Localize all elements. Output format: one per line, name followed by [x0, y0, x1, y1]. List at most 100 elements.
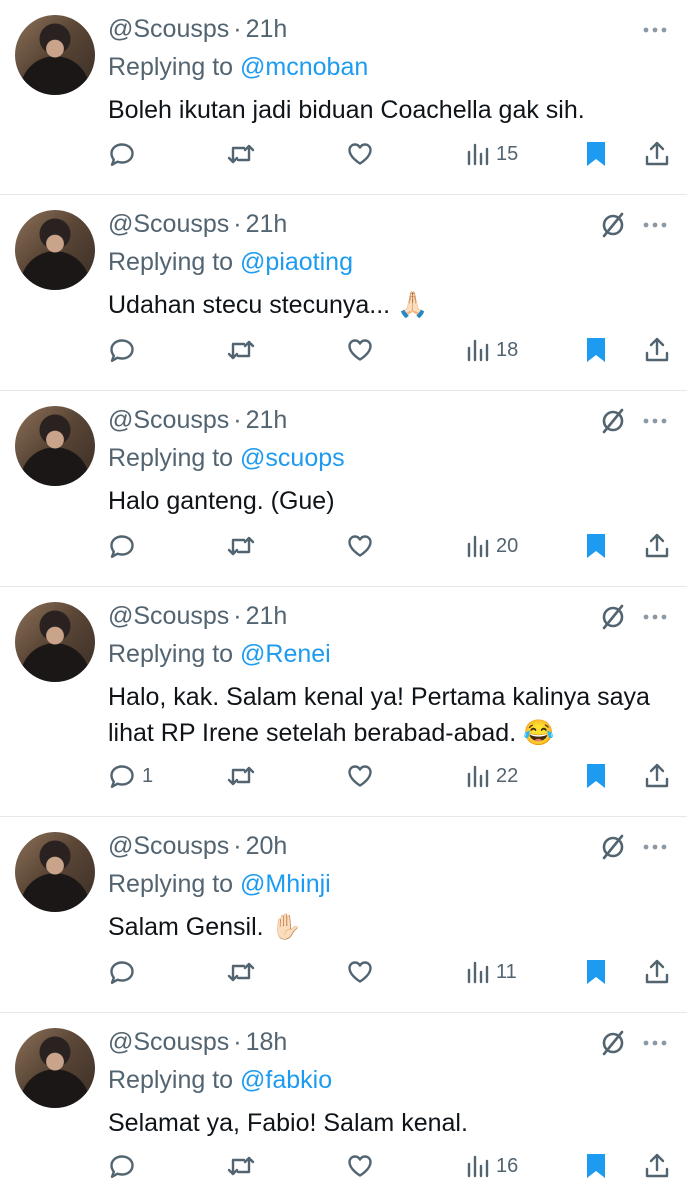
tweet-text: Halo, kak. Salam kenal ya! Pertama kalin… — [108, 679, 668, 751]
tweet[interactable]: @Scousps · 20h Replying to @Mhinji Salam G… — [0, 817, 687, 1013]
avatar[interactable] — [15, 1028, 95, 1108]
bookmark-button[interactable] — [584, 334, 608, 366]
timestamp[interactable]: 20h — [246, 832, 288, 860]
reply-button[interactable] — [108, 1150, 142, 1182]
more-icon[interactable] — [641, 215, 669, 235]
share-icon — [645, 533, 669, 558]
retweet-button[interactable] — [226, 956, 256, 988]
retweet-button[interactable] — [226, 530, 256, 562]
retweet-button[interactable] — [226, 138, 256, 170]
retweet-icon — [227, 1156, 255, 1176]
share-button[interactable] — [643, 138, 671, 170]
separator-dot: · — [233, 210, 242, 238]
views-count: 11 — [496, 960, 517, 983]
reply-button[interactable] — [108, 138, 142, 170]
muted-icon[interactable] — [599, 407, 627, 435]
reply-button[interactable] — [108, 956, 142, 988]
tweet[interactable]: @Scousps · 21h Replying to @Renei Halo, ka… — [0, 587, 687, 817]
like-button[interactable] — [346, 956, 374, 988]
more-icon[interactable] — [641, 20, 669, 40]
timestamp[interactable]: 21h — [246, 15, 288, 43]
share-button[interactable] — [643, 334, 671, 366]
mention-link[interactable]: @mcnoban — [240, 53, 368, 81]
tweet[interactable]: @Scousps · 21h Replying to @mcnoban Boleh … — [0, 0, 687, 195]
retweet-button[interactable] — [226, 334, 256, 366]
user-handle[interactable]: @Scousps — [108, 602, 229, 630]
like-button[interactable] — [346, 138, 374, 170]
like-button[interactable] — [346, 1150, 374, 1182]
user-handle[interactable]: @Scousps — [108, 406, 229, 434]
share-button[interactable] — [643, 530, 671, 562]
tweet-header: @Scousps · 18h — [108, 1027, 287, 1057]
more-icon[interactable] — [641, 1033, 669, 1053]
views-button[interactable]: 22 — [466, 760, 518, 792]
views-icon — [467, 535, 489, 558]
separator-dot: · — [233, 15, 242, 43]
muted-icon[interactable] — [599, 833, 627, 861]
reply-button[interactable]: 1 — [108, 760, 153, 792]
replying-to: Replying to @Renei — [108, 639, 331, 669]
retweet-button[interactable] — [226, 760, 256, 792]
muted-icon[interactable] — [599, 603, 627, 631]
replying-label: Replying to — [108, 870, 234, 898]
timestamp[interactable]: 18h — [246, 1028, 288, 1056]
user-handle[interactable]: @Scousps — [108, 210, 229, 238]
views-count: 16 — [496, 1154, 519, 1177]
avatar[interactable] — [15, 15, 95, 95]
retweet-icon — [227, 766, 255, 786]
tweet[interactable]: @Scousps · 21h Replying to @scuops Halo ga… — [0, 391, 687, 587]
mention-link[interactable]: @Renei — [240, 640, 331, 668]
like-button[interactable] — [346, 760, 374, 792]
tweet[interactable]: @Scousps · 21h Replying to @piaoting Udaha… — [0, 195, 687, 391]
action-bar: 16 — [108, 1150, 671, 1182]
share-button[interactable] — [643, 1150, 671, 1182]
tweet-header: @Scousps · 21h — [108, 14, 287, 44]
heart-icon — [348, 765, 372, 787]
views-button[interactable]: 20 — [466, 530, 518, 562]
more-icon[interactable] — [641, 607, 669, 627]
mention-link[interactable]: @scuops — [240, 444, 345, 472]
bookmark-button[interactable] — [584, 530, 608, 562]
views-button[interactable]: 15 — [466, 138, 518, 170]
muted-icon[interactable] — [599, 1029, 627, 1057]
avatar[interactable] — [15, 406, 95, 486]
user-handle[interactable]: @Scousps — [108, 1028, 229, 1056]
timestamp[interactable]: 21h — [246, 406, 288, 434]
like-button[interactable] — [346, 334, 374, 366]
bookmark-button[interactable] — [584, 1150, 608, 1182]
timestamp[interactable]: 21h — [246, 602, 288, 630]
more-icon[interactable] — [641, 411, 669, 431]
separator-dot: · — [233, 406, 242, 434]
share-button[interactable] — [643, 760, 671, 792]
more-icon[interactable] — [641, 837, 669, 857]
views-button[interactable]: 18 — [466, 334, 518, 366]
separator-dot: · — [233, 602, 242, 630]
tweet[interactable]: @Scousps · 18h Replying to @fabkio Selamat… — [0, 1013, 687, 1200]
views-button[interactable]: 11 — [466, 956, 517, 988]
retweet-button[interactable] — [226, 1150, 256, 1182]
avatar[interactable] — [15, 832, 95, 912]
mention-link[interactable]: @piaoting — [240, 248, 353, 276]
bookmark-button[interactable] — [584, 760, 608, 792]
retweet-icon — [227, 962, 255, 982]
like-button[interactable] — [346, 530, 374, 562]
share-button[interactable] — [643, 956, 671, 988]
reply-button[interactable] — [108, 530, 142, 562]
action-bar: 18 — [108, 334, 671, 366]
user-handle[interactable]: @Scousps — [108, 832, 229, 860]
views-button[interactable]: 16 — [466, 1150, 518, 1182]
replying-to: Replying to @scuops — [108, 443, 345, 473]
mention-link[interactable]: @Mhinji — [240, 870, 331, 898]
timestamp[interactable]: 21h — [246, 210, 288, 238]
mention-link[interactable]: @fabkio — [240, 1066, 332, 1094]
muted-icon[interactable] — [599, 211, 627, 239]
user-handle[interactable]: @Scousps — [108, 15, 229, 43]
reply-button[interactable] — [108, 334, 142, 366]
share-icon — [645, 141, 669, 166]
tweet-body: Halo ganteng. (Gue) — [108, 487, 335, 515]
bookmark-button[interactable] — [584, 956, 608, 988]
avatar[interactable] — [15, 210, 95, 290]
avatar[interactable] — [15, 602, 95, 682]
bookmark-button[interactable] — [584, 138, 608, 170]
bookmark-icon — [587, 1154, 605, 1178]
